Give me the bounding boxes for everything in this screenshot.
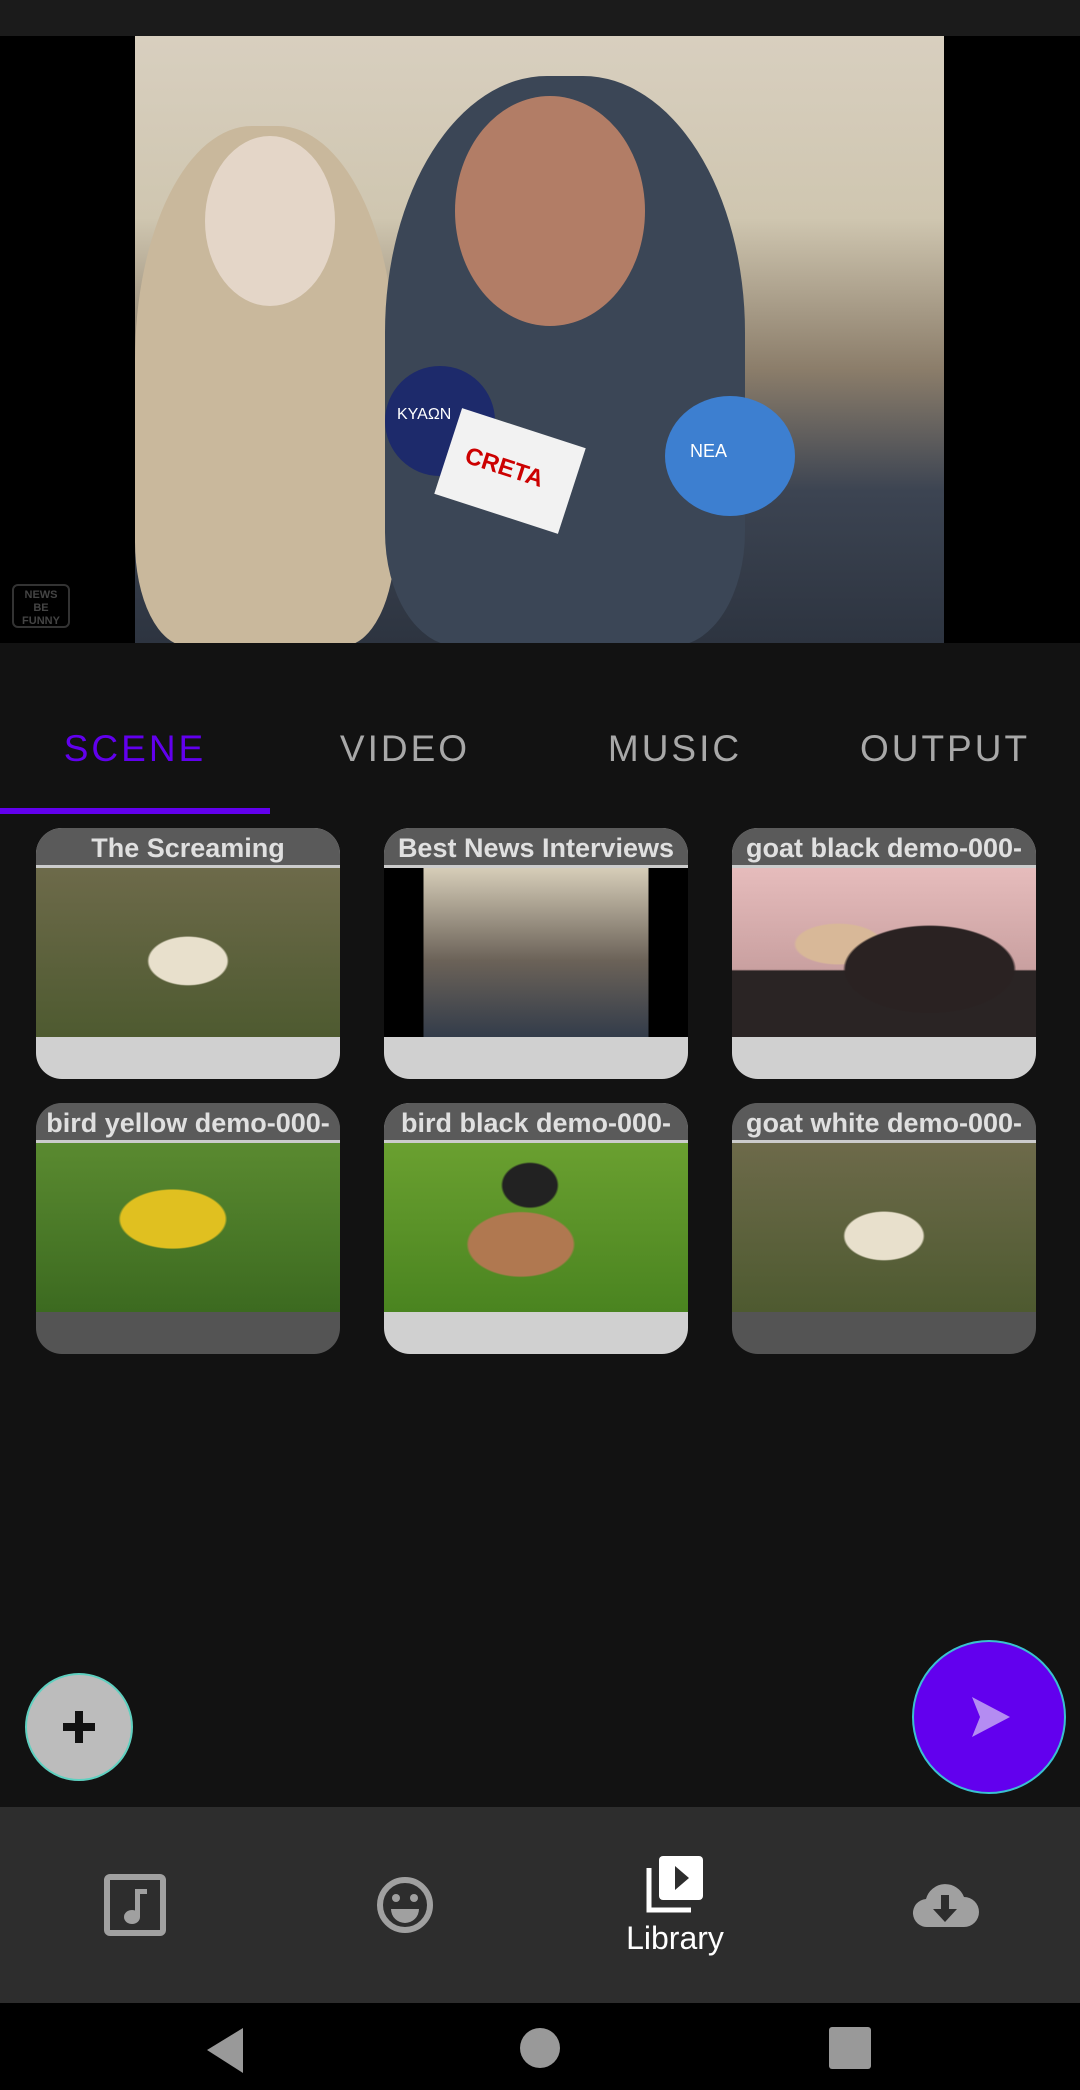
- card-title: Best News Interviews: [384, 828, 688, 868]
- card-title: goat black demo-000-: [732, 828, 1036, 868]
- face-left: [205, 136, 335, 306]
- send-button[interactable]: [912, 1640, 1066, 1794]
- home-icon[interactable]: [519, 2027, 561, 2069]
- face-right: [455, 96, 645, 326]
- system-navigation-bar: [0, 2003, 1080, 2090]
- send-icon: [972, 1697, 1010, 1737]
- card-thumbnail: [384, 868, 688, 1037]
- tab-video[interactable]: VIDEO: [270, 728, 540, 770]
- nav-item-library[interactable]: Library: [540, 1807, 810, 2003]
- card-title: The Screaming: [36, 828, 340, 868]
- card-thumbnail: [36, 1143, 340, 1312]
- back-icon[interactable]: [205, 2028, 245, 2073]
- card-title: goat white demo-000-: [732, 1103, 1036, 1143]
- plus-icon: [63, 1711, 95, 1743]
- watermark-logo: NEWS BE FUNNY: [12, 584, 70, 628]
- library-card[interactable]: bird yellow demo-000-: [36, 1103, 340, 1354]
- card-thumbnail: [36, 868, 340, 1037]
- tab-music[interactable]: MUSIC: [540, 728, 810, 770]
- music-note-icon: [104, 1874, 166, 1936]
- video-frame: KYAΩN CRETA NEA: [135, 36, 944, 643]
- emoji-icon: [377, 1877, 433, 1933]
- card-thumbnail: [732, 1143, 1036, 1312]
- mic-label: KYAΩN: [397, 406, 452, 423]
- library-card[interactable]: Best News Interviews: [384, 828, 688, 1079]
- bottom-navigation: Library: [0, 1807, 1080, 2003]
- card-thumbnail: [384, 1143, 688, 1312]
- card-thumbnail: [732, 868, 1036, 1037]
- tab-indicator: [0, 808, 270, 814]
- tab-bar: SCENE VIDEO MUSIC OUTPUT: [0, 700, 1080, 815]
- card-title: bird yellow demo-000-: [36, 1103, 340, 1143]
- nav-item-download[interactable]: [810, 1807, 1080, 2003]
- status-bar: [0, 0, 1080, 36]
- nav-item-emoji[interactable]: [270, 1807, 540, 2003]
- microphone: NEA: [665, 396, 795, 516]
- tab-scene[interactable]: SCENE: [0, 728, 270, 770]
- nav-item-music[interactable]: [0, 1807, 270, 2003]
- video-library-icon: [646, 1855, 703, 1912]
- recents-icon[interactable]: [829, 2027, 871, 2069]
- mic-label: NEA: [690, 441, 728, 461]
- library-card[interactable]: The Screaming: [36, 828, 340, 1079]
- video-player[interactable]: KYAΩN CRETA NEA NEWS BE FUNNY: [0, 36, 1080, 643]
- cloud-download-icon: [912, 1884, 979, 1928]
- library-card[interactable]: goat white demo-000-: [732, 1103, 1036, 1354]
- mic-label: CRETA: [461, 442, 547, 493]
- tab-output[interactable]: OUTPUT: [810, 728, 1080, 770]
- nav-label: Library: [626, 1919, 724, 1956]
- library-card[interactable]: goat black demo-000-: [732, 828, 1036, 1079]
- card-title: bird black demo-000-: [384, 1103, 688, 1143]
- library-card[interactable]: bird black demo-000-: [384, 1103, 688, 1354]
- add-button[interactable]: [25, 1673, 133, 1781]
